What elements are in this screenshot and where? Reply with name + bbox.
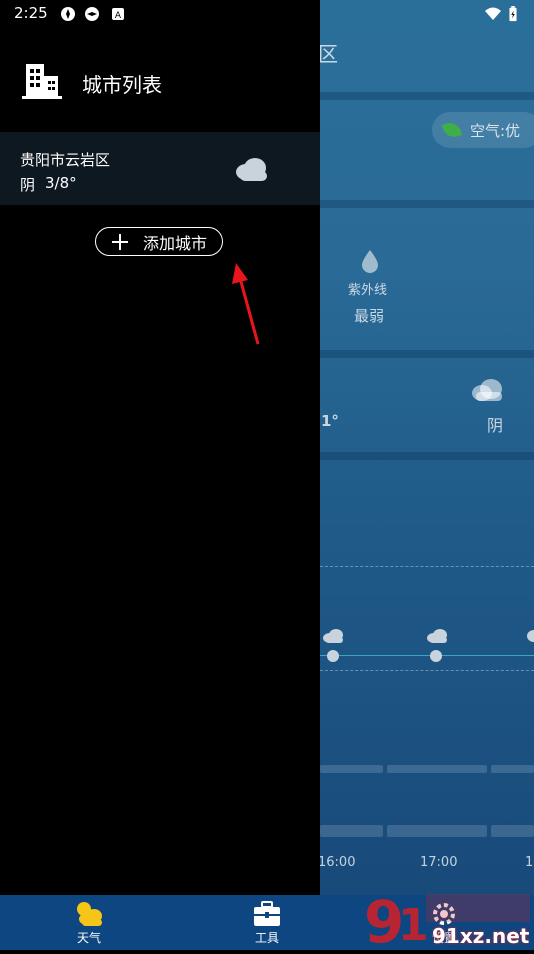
cloud-icon — [236, 158, 267, 181]
wifi-icon — [485, 7, 501, 20]
cloud-icon — [527, 630, 534, 642]
time-label: 16:00 — [318, 855, 356, 870]
tab-tools[interactable]: 工具 — [227, 895, 307, 950]
precip-bar — [387, 825, 487, 837]
temperature-line — [320, 655, 534, 656]
chart-max-line — [320, 566, 534, 567]
add-city-button[interactable]: 添加城市 — [95, 227, 223, 256]
city-list-item[interactable]: 贵阳市云岩区 阴 3/8° — [0, 132, 320, 205]
water-drop-icon — [362, 250, 378, 273]
time-label: 17:00 — [420, 855, 458, 870]
toolbox-icon — [254, 901, 280, 926]
divider — [320, 452, 534, 460]
tab-tools-label: 工具 — [254, 931, 279, 945]
city-name: 贵阳市云岩区 — [20, 151, 111, 169]
uv-value: 最弱 — [354, 307, 385, 325]
temp-point — [327, 650, 339, 662]
uv-label: 紫外线 — [348, 283, 388, 298]
weather-text: 阴 — [487, 416, 504, 435]
city-weather: 阴 — [20, 176, 36, 194]
weather-icon — [77, 902, 102, 926]
divider — [320, 200, 534, 208]
cloud-icon — [427, 629, 447, 643]
location-title-fragment: 区 — [318, 42, 338, 66]
watermark-text: 91xz.net — [432, 924, 530, 948]
drawer-title: 城市列表 — [82, 73, 162, 97]
leaf-icon — [441, 119, 463, 141]
temp-point — [430, 650, 442, 662]
city-drawer: 城市列表 贵阳市云岩区 阴 3/8° 添加城市 — [0, 0, 320, 895]
app-notification-icon — [61, 7, 75, 21]
svg-text:1: 1 — [398, 900, 429, 950]
tab-weather[interactable]: 天气 — [49, 895, 129, 950]
wind-bar — [387, 765, 487, 773]
status-bar: 2:25 A — [0, 0, 534, 28]
battery-icon — [509, 6, 517, 22]
plus-icon — [111, 233, 128, 250]
drawer-header: 城市列表 — [0, 55, 320, 110]
temp-fragment: 1° — [321, 412, 339, 430]
site-watermark: 9 1 91xz.net — [362, 888, 534, 954]
air-quality-badge[interactable]: 空气:优 — [432, 112, 534, 148]
wind-bar — [491, 765, 534, 773]
add-city-label: 添加城市 — [142, 233, 207, 253]
wind-bar — [320, 765, 383, 773]
precip-bar — [320, 825, 383, 837]
keyboard-icon: A — [112, 8, 124, 21]
tab-weather-label: 天气 — [76, 931, 101, 945]
divider — [320, 92, 534, 100]
city-temp: 3/8° — [45, 174, 77, 192]
buildings-icon — [22, 64, 62, 99]
divider — [320, 350, 534, 358]
red-arrow-annotation — [232, 263, 260, 345]
cloud-icon — [472, 379, 502, 401]
time-label: 1 — [525, 855, 534, 870]
precip-bar — [491, 825, 534, 837]
chart-min-line — [320, 670, 534, 671]
air-quality-text: 空气:优 — [470, 121, 521, 140]
app-notification-icon — [85, 7, 99, 21]
status-time: 2:25 — [14, 4, 48, 22]
svg-text:A: A — [115, 11, 122, 21]
cloud-icon — [323, 629, 343, 643]
